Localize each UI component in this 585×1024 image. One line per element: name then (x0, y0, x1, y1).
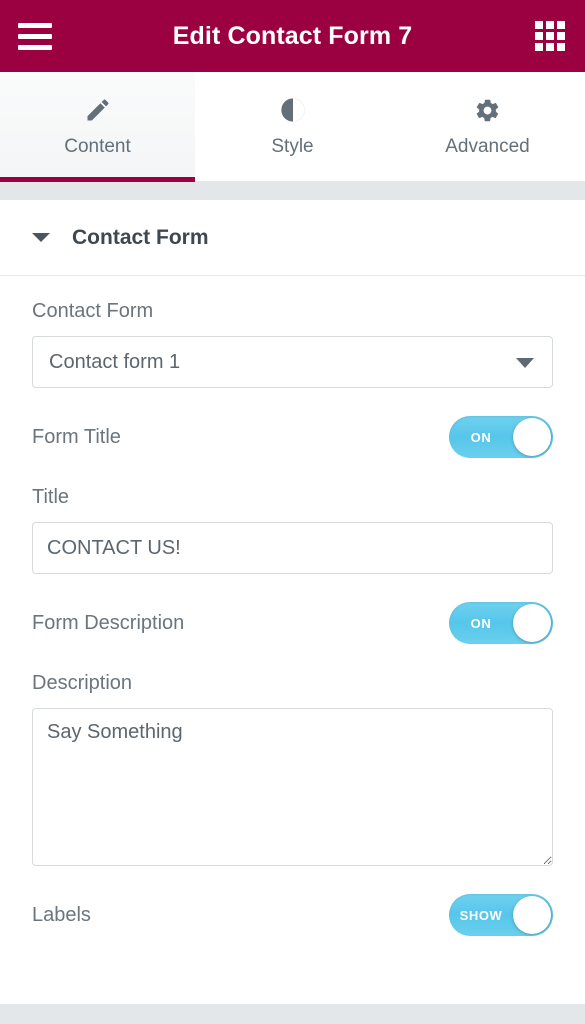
tab-label: Advanced (445, 136, 530, 157)
description-textarea[interactable] (32, 708, 553, 866)
toggle-state-label: ON (470, 615, 492, 631)
labels-toggle[interactable]: SHOW (449, 894, 553, 936)
labels-label: Labels (32, 903, 91, 926)
hamburger-bar (18, 44, 52, 50)
row-form-description-toggle: Form Description ON (32, 574, 553, 648)
hamburger-bar (18, 22, 52, 28)
toggle-knob (513, 418, 551, 456)
row-form-title-toggle: Form Title ON (32, 388, 553, 462)
chevron-down-icon (516, 358, 534, 368)
description-label: Description (32, 672, 133, 694)
contact-form-label: Contact Form (32, 300, 154, 322)
tab-label: Content (64, 136, 131, 157)
bottom-divider-band (0, 1004, 585, 1024)
caret-down-icon (32, 233, 50, 242)
tab-style[interactable]: Style (195, 72, 390, 181)
title-input[interactable] (32, 522, 553, 574)
field-title: Title (32, 462, 553, 574)
grid-apps-icon[interactable] (535, 21, 565, 51)
row-labels-toggle: Labels SHOW (32, 866, 553, 940)
toggle-knob (513, 604, 551, 642)
form-description-toggle[interactable]: ON (449, 602, 553, 644)
field-description: Description (32, 648, 553, 866)
pencil-icon (84, 95, 112, 125)
contact-form-select[interactable]: Contact form 1 (32, 336, 553, 388)
section-title: Contact Form (72, 225, 209, 249)
gear-icon (474, 95, 501, 125)
top-app-bar: Edit Contact Form 7 (0, 0, 585, 72)
content-panel: Contact Form Contact form 1 Form Title O… (0, 276, 585, 940)
toggle-state-label: ON (470, 429, 492, 445)
tab-bar: Content Style Advanced (0, 72, 585, 182)
field-contact-form: Contact Form Contact form 1 (32, 276, 553, 388)
tab-content[interactable]: Content (0, 72, 195, 182)
section-header-contact-form[interactable]: Contact Form (0, 200, 585, 276)
toggle-knob (513, 896, 551, 934)
tab-advanced[interactable]: Advanced (390, 72, 585, 181)
section-divider-band (0, 182, 585, 200)
contrast-icon (279, 95, 307, 125)
hamburger-menu-icon[interactable] (18, 22, 52, 50)
hamburger-bar (18, 33, 52, 39)
contact-form-selected-value: Contact form 1 (49, 350, 181, 373)
title-label: Title (32, 486, 70, 508)
form-title-label: Form Title (32, 425, 121, 448)
form-title-toggle[interactable]: ON (449, 416, 553, 458)
page-title: Edit Contact Form 7 (172, 21, 413, 50)
tab-label: Style (271, 136, 314, 157)
toggle-state-label: SHOW (459, 907, 503, 923)
form-description-label: Form Description (32, 611, 185, 634)
